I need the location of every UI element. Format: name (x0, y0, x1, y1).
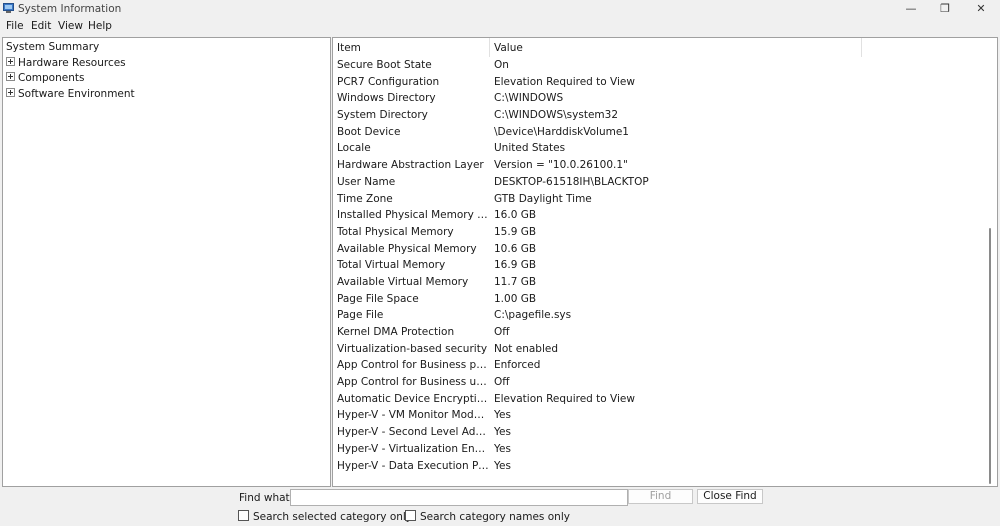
item-cell: Locale (337, 142, 371, 155)
tree-item-components[interactable]: Components (6, 72, 84, 84)
item-cell: System Directory (337, 109, 428, 122)
close-find-button[interactable]: Close Find (697, 489, 763, 504)
value-cell: C:\WINDOWS\system32 (494, 109, 618, 122)
item-cell: Secure Boot State (337, 59, 432, 71)
item-cell: Total Virtual Memory (337, 259, 446, 272)
menu-help[interactable]: Help (88, 20, 112, 32)
checkbox-label: Search category names only (420, 511, 570, 523)
minimize-button[interactable]: — (893, 0, 929, 18)
title-bar: System Information — ❐ ✕ (0, 0, 1000, 18)
find-button[interactable]: Find (628, 489, 693, 504)
value-cell: United States (494, 142, 566, 155)
tree-item-label: Hardware Resources (18, 57, 126, 69)
menu-bar: File Edit View Help (0, 18, 1000, 36)
item-cell: User Name (337, 175, 396, 188)
search-category-names-checkbox[interactable]: Search category names only (405, 510, 570, 523)
expand-icon[interactable] (6, 72, 15, 81)
item-cell: Virtualization-based security (337, 342, 488, 355)
item-cell: Total Physical Memory (337, 225, 454, 238)
find-what-label: Find what: (239, 492, 294, 504)
item-cell: PCR7 Configuration (337, 75, 440, 88)
value-cell: Not enabled (494, 342, 558, 355)
value-cell: 16.9 GB (494, 259, 537, 272)
checkbox-box[interactable] (405, 510, 416, 521)
value-cell: On (494, 59, 509, 71)
column-header-value[interactable]: Value (490, 38, 862, 57)
vertical-scrollbar[interactable] (985, 38, 995, 484)
value-cell: GTB Daylight Time (494, 192, 592, 205)
value-cell: 16.0 GB (494, 209, 537, 222)
menu-edit[interactable]: Edit (31, 20, 51, 32)
item-cell: Page File Space (337, 292, 419, 305)
checkbox-box[interactable] (238, 510, 249, 521)
item-cell: Boot Device (337, 125, 401, 138)
tree-item-label: System Summary (6, 41, 100, 53)
item-cell: Automatic Device Encryption Su... (337, 392, 489, 405)
value-cell: Off (494, 376, 510, 389)
value-cell: Enforced (494, 359, 541, 372)
find-input[interactable] (290, 489, 628, 506)
expand-icon[interactable] (6, 57, 15, 66)
value-cell: Yes (494, 442, 511, 455)
menu-view[interactable]: View (58, 20, 83, 32)
item-cell: Hyper-V - Second Level Address... (337, 426, 489, 439)
value-cell: Yes (494, 459, 511, 472)
checkbox-label: Search selected category only (253, 511, 413, 523)
item-cell: Time Zone (337, 192, 393, 205)
tree-item-system-summary[interactable]: System Summary (6, 41, 99, 53)
system-information-icon (3, 3, 14, 13)
find-bar: Find what: Find Close Find Search select… (0, 486, 1000, 526)
value-cell: Elevation Required to View (494, 75, 635, 88)
value-cell: Off (494, 326, 510, 338)
item-cell: Hyper-V - Virtualization Enable... (337, 442, 489, 455)
item-cell: Available Virtual Memory (337, 275, 469, 288)
scrollbar-thumb[interactable] (989, 228, 991, 484)
value-cell: Version = "10.0.26100.1" (494, 159, 628, 172)
value-cell: C:\WINDOWS (494, 92, 564, 105)
value-cell: Elevation Required to View (494, 392, 635, 405)
item-cell: Hardware Abstraction Layer (337, 159, 484, 172)
value-cell: \Device\HarddiskVolume1 (494, 125, 629, 138)
window-title: System Information (18, 3, 122, 15)
column-header-item[interactable]: Item (333, 38, 490, 57)
close-button[interactable]: ✕ (963, 0, 999, 18)
item-cell: Available Physical Memory (337, 242, 477, 255)
item-cell: Hyper-V - VM Monitor Mode Ex... (337, 409, 489, 422)
tree-item-label: Software Environment (18, 88, 135, 100)
value-cell: 15.9 GB (494, 225, 537, 238)
search-selected-category-checkbox[interactable]: Search selected category only (238, 510, 412, 523)
value-cell: DESKTOP-61518IH\BLACKTOP (494, 175, 649, 188)
tree-item-software-environment[interactable]: Software Environment (6, 88, 135, 100)
expand-icon[interactable] (6, 88, 15, 97)
value-cell: 1.00 GB (494, 292, 537, 305)
restore-button[interactable]: ❐ (927, 0, 963, 18)
tree-item-hardware-resources[interactable]: Hardware Resources (6, 57, 126, 69)
value-cell: Yes (494, 426, 511, 439)
item-cell: Installed Physical Memory (RAM) (337, 209, 489, 222)
item-cell: Kernel DMA Protection (337, 326, 455, 338)
value-cell: 10.6 GB (494, 242, 537, 255)
value-cell: 11.7 GB (494, 275, 537, 288)
value-cell: C:\pagefile.sys (494, 309, 572, 322)
item-cell: Page File (337, 309, 384, 322)
item-cell: App Control for Business policy (337, 359, 489, 372)
item-cell: Windows Directory (337, 92, 436, 105)
value-cell: Yes (494, 409, 511, 422)
item-cell: App Control for Business user m... (337, 376, 489, 389)
item-cell: Hyper-V - Data Execution Prote... (337, 459, 489, 472)
category-tree[interactable]: System Summary Hardware Resources Compon… (2, 37, 331, 487)
details-list[interactable]: Item Value Secure Boot State On PCR7 Confi… (332, 37, 998, 487)
tree-item-label: Components (18, 72, 85, 84)
menu-file[interactable]: File (6, 20, 24, 32)
